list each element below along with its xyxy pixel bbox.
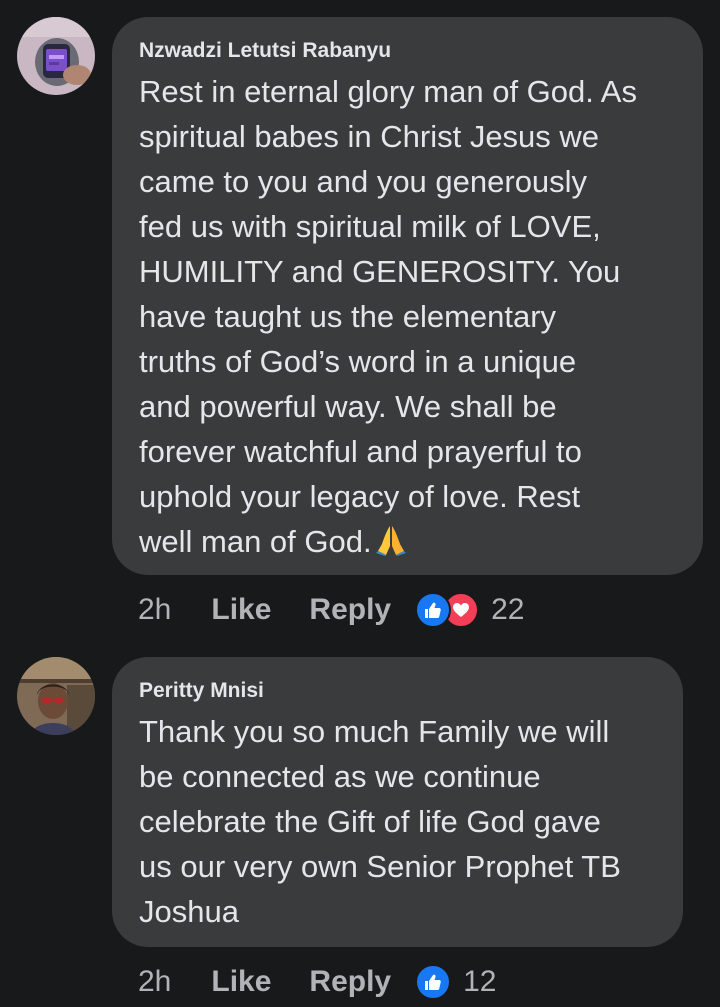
comment-timestamp[interactable]: 2h [138,593,171,627]
reaction-count: 22 [491,593,525,626]
comment-author[interactable]: Peritty Mnisi [139,679,657,703]
avatar[interactable] [17,17,95,95]
avatar[interactable] [17,657,95,735]
comment-author[interactable]: Nzwadzi Letutsi Rabanyu [139,39,677,63]
avatar-image [17,657,95,735]
reaction-count: 12 [463,965,497,998]
reaction-summary[interactable]: 12 [415,964,496,1000]
reply-button[interactable]: Reply [309,965,391,999]
comment-bubble: Nzwadzi Letutsi Rabanyu Rest in eternal … [112,17,703,575]
like-reaction-icon [415,592,452,628]
avatar-image [17,17,95,95]
like-button[interactable]: Like [211,965,271,999]
comment-bubble: Peritty Mnisi Thank you so much Family w… [112,657,683,947]
comment-text: Thank you so much Family we will be conn… [139,714,621,929]
like-button[interactable]: Like [211,593,271,627]
comment-actions: 2h Like Reply 22 [138,590,524,630]
like-reaction-icon [415,964,452,1000]
folded-hands-emoji-icon [374,523,408,568]
comment-body: Rest in eternal glory man of God. As spi… [139,74,637,559]
reply-button[interactable]: Reply [309,593,391,627]
comment-text: Rest in eternal glory man of God. As spi… [139,69,677,568]
comment-timestamp[interactable]: 2h [138,965,171,999]
comment-actions: 2h Like Reply 12 [138,962,496,1002]
reaction-summary[interactable]: 22 [415,592,524,628]
